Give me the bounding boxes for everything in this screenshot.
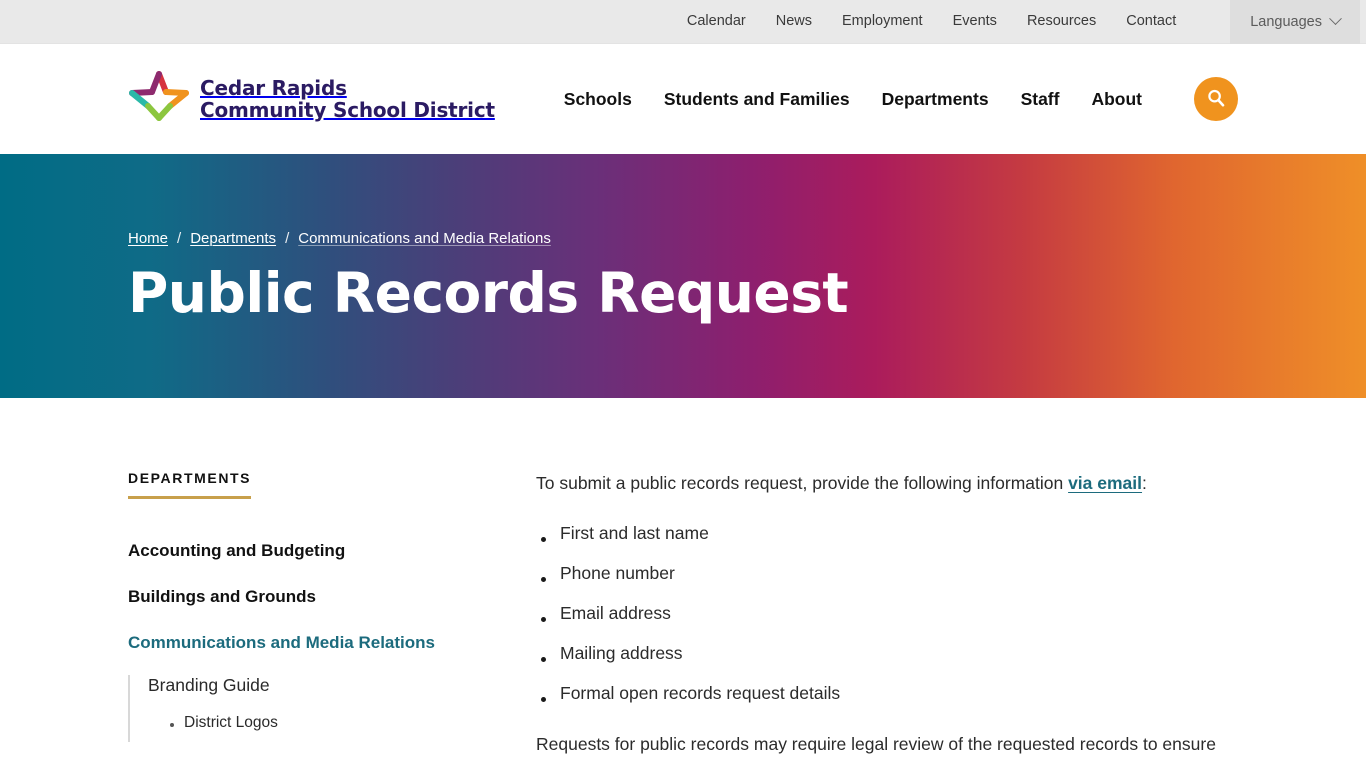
page-hero: Home / Departments / Communications and … (0, 154, 1366, 398)
nav-item-schools[interactable]: Schools (564, 89, 632, 110)
topbar-link-events[interactable]: Events (953, 14, 997, 29)
intro-text-before: To submit a public records request, prov… (536, 473, 1069, 493)
search-button[interactable] (1194, 77, 1238, 121)
sidebar-item-communications-and-media-relations[interactable]: Communications and Media Relations (128, 633, 508, 653)
sidebar-subsubnav: District Logos (148, 714, 508, 732)
breadcrumb: Home / Departments / Communications and … (128, 230, 1238, 247)
list-item: Formal open records request details (536, 683, 1238, 705)
site-header: Cedar Rapids Community School District S… (0, 44, 1366, 154)
breadcrumb-item-home[interactable]: Home (128, 230, 168, 247)
page-title: Public Records Request (128, 260, 849, 325)
sidebar-navigation: Accounting and Budgeting Buildings and G… (128, 541, 508, 742)
list-item: District Logos (170, 714, 508, 732)
nav-item-students-and-families[interactable]: Students and Families (664, 89, 850, 110)
sidebar-heading: DEPARTMENTS (128, 470, 252, 499)
languages-label: Languages (1250, 13, 1322, 30)
intro-text-after: : (1142, 473, 1147, 493)
languages-dropdown[interactable]: Languages (1230, 0, 1360, 44)
top-utility-links: Calendar News Employment Events Resource… (687, 0, 1366, 44)
sidebar-item-accounting-and-budgeting[interactable]: Accounting and Budgeting (128, 541, 508, 561)
topbar-link-calendar[interactable]: Calendar (687, 14, 746, 29)
brand-line-1: Cedar Rapids (200, 75, 347, 100)
intro-paragraph: To submit a public records request, prov… (536, 470, 1238, 497)
sidebar: DEPARTMENTS Accounting and Budgeting Bui… (128, 470, 508, 758)
topbar-link-resources[interactable]: Resources (1027, 14, 1096, 29)
sidebar-item-buildings-and-grounds[interactable]: Buildings and Grounds (128, 587, 508, 607)
sidebar-subsubitem-district-logos[interactable]: District Logos (184, 714, 278, 731)
breadcrumb-item-departments[interactable]: Departments (190, 230, 276, 247)
topbar-link-employment[interactable]: Employment (842, 14, 923, 29)
five-point-star-logo-icon (128, 69, 190, 130)
chevron-down-icon (1329, 12, 1342, 26)
list-item: First and last name (536, 523, 1238, 545)
brand-line-2: Community School District (200, 98, 495, 122)
page-content: DEPARTMENTS Accounting and Budgeting Bui… (0, 470, 1366, 758)
breadcrumb-separator: / (177, 229, 182, 247)
topbar-link-contact[interactable]: Contact (1126, 14, 1176, 29)
nav-item-about[interactable]: About (1091, 89, 1142, 110)
legal-review-paragraph: Requests for public records may require … (536, 733, 1216, 754)
via-email-link[interactable]: via email (1068, 473, 1142, 493)
topbar-link-news[interactable]: News (776, 14, 812, 29)
sidebar-subnav: Branding Guide District Logos (128, 675, 508, 742)
list-item: Phone number (536, 563, 1238, 585)
site-logo-link[interactable]: Cedar Rapids Community School District (128, 69, 495, 130)
nav-item-departments[interactable]: Departments (882, 89, 989, 110)
top-utility-bar: Calendar News Employment Events Resource… (0, 0, 1366, 44)
breadcrumb-item-current: Communications and Media Relations (298, 229, 551, 247)
search-icon (1206, 88, 1226, 111)
breadcrumb-separator: / (285, 229, 290, 247)
sidebar-subitem-branding-guide[interactable]: Branding Guide (148, 675, 508, 696)
requirements-list: First and last name Phone number Email a… (536, 523, 1238, 704)
primary-navigation: Schools Students and Families Department… (564, 77, 1238, 121)
list-item: Email address (536, 603, 1238, 625)
brand-wordmark: Cedar Rapids Community School District (200, 75, 495, 122)
list-item: Mailing address (536, 643, 1238, 665)
main-content: To submit a public records request, prov… (508, 470, 1238, 758)
nav-item-staff[interactable]: Staff (1021, 89, 1060, 110)
